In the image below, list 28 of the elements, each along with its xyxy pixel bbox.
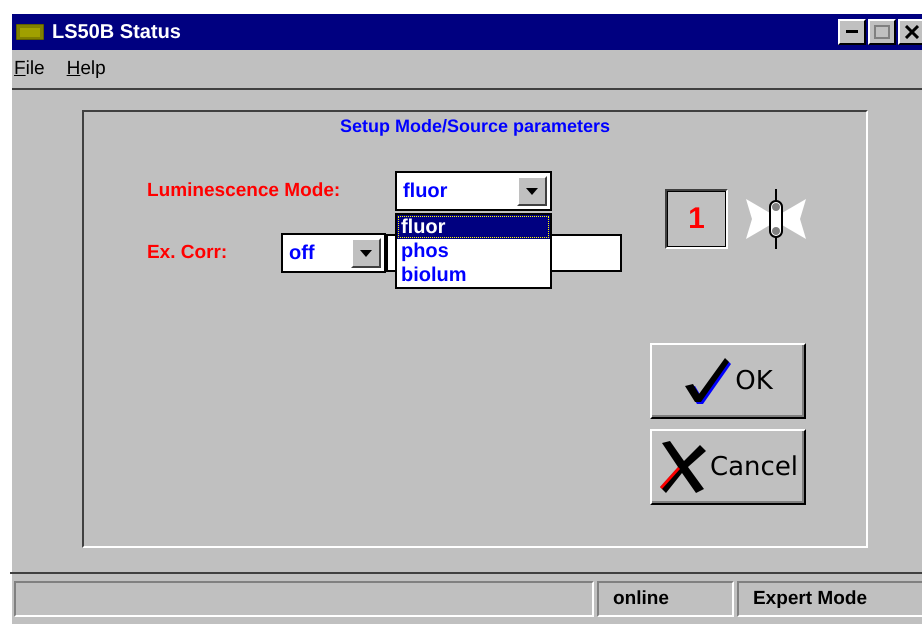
- app-icon: [16, 24, 44, 40]
- maximize-icon: [874, 25, 890, 39]
- menu-item[interactable]: File: [14, 58, 45, 80]
- lamp-icon: [744, 187, 808, 251]
- minimize-button[interactable]: [838, 19, 866, 45]
- field-label: Ex. Corr:: [147, 242, 228, 264]
- ok-button[interactable]: OK: [650, 343, 806, 419]
- close-icon: [905, 25, 919, 39]
- dropdown-button[interactable]: [351, 238, 381, 268]
- mode-dropdown[interactable]: fluor: [395, 171, 552, 211]
- status-cell: online: [597, 581, 734, 617]
- panel-title: Setup Mode/Source parameters: [340, 116, 610, 137]
- checkmark-icon: [683, 356, 734, 406]
- window-title: LS50B Status: [52, 20, 181, 44]
- close-button[interactable]: [898, 19, 922, 45]
- cancel-button[interactable]: Cancel: [650, 429, 806, 505]
- maximize-button[interactable]: [868, 19, 896, 45]
- minimize-icon: [846, 30, 858, 34]
- cross-icon: [658, 439, 708, 495]
- field-label: Luminescence Mode:: [147, 180, 342, 202]
- dropdown-button[interactable]: [517, 176, 547, 206]
- caret-icon: [526, 188, 538, 194]
- status-cell: Expert Mode: [737, 581, 922, 617]
- source-number: 1: [665, 189, 728, 249]
- caret-icon: [360, 250, 372, 256]
- dropdown-option[interactable]: fluor: [397, 215, 550, 239]
- correction-dropdown[interactable]: off: [281, 233, 386, 273]
- menu-item[interactable]: Help: [66, 58, 106, 80]
